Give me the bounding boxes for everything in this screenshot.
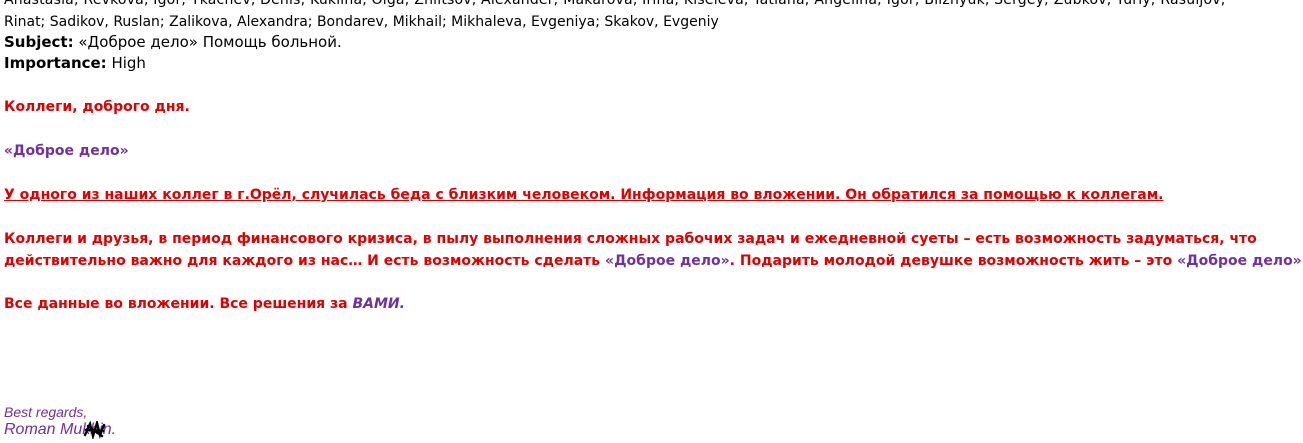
appeal-line-2: действительно важно для каждого из нас… … bbox=[4, 250, 1303, 272]
closing-text: Все данные во вложении. Все решения за bbox=[4, 296, 353, 312]
recipients-line-1: Anastasia; Revkova, Igor; Tkachev, Denis… bbox=[4, 0, 1226, 9]
recipients-text-2: Rinat; Sadikov, Ruslan; Zalikova, Alexan… bbox=[4, 14, 719, 30]
subject-value: «Доброе дело» Помощь больной. bbox=[73, 33, 342, 51]
project-name: «Доброе дело» bbox=[4, 143, 129, 159]
importance-label: Importance: bbox=[4, 54, 107, 72]
closing-line: Все данные во вложении. Все решения за В… bbox=[4, 293, 405, 315]
appeal-text-2: . Подарить молодой девушке возможность ж… bbox=[729, 253, 1178, 269]
greeting: Коллеги, доброго дня. bbox=[4, 99, 190, 115]
subject-label: Subject: bbox=[4, 33, 74, 51]
appeal-line-1: Коллеги и друзья, в период финансового к… bbox=[4, 231, 1257, 247]
redaction-scribble-icon bbox=[83, 421, 106, 439]
recipients-text-1: Anastasia; Revkova, Igor; Tkachev, Denis… bbox=[4, 0, 1226, 9]
appeal-good-deed-1: «Доброе дело» bbox=[605, 253, 730, 269]
announcement: У одного из наших коллег в г.Орёл, случи… bbox=[4, 187, 1164, 203]
recipients-line-2: Rinat; Sadikov, Ruslan; Zalikova, Alexan… bbox=[4, 13, 719, 31]
appeal-text-1: действительно важно для каждого из нас… … bbox=[4, 253, 606, 269]
signature-regards: Best regards, bbox=[4, 404, 88, 420]
appeal-good-deed-2: «Доброе дело» bbox=[1177, 253, 1302, 269]
importance-value: High bbox=[106, 54, 146, 72]
importance-line: Importance: High bbox=[4, 54, 146, 72]
closing-emphasis: ВАМИ. bbox=[352, 296, 405, 312]
subject-line: Subject: «Доброе дело» Помощь больной. bbox=[4, 33, 342, 51]
